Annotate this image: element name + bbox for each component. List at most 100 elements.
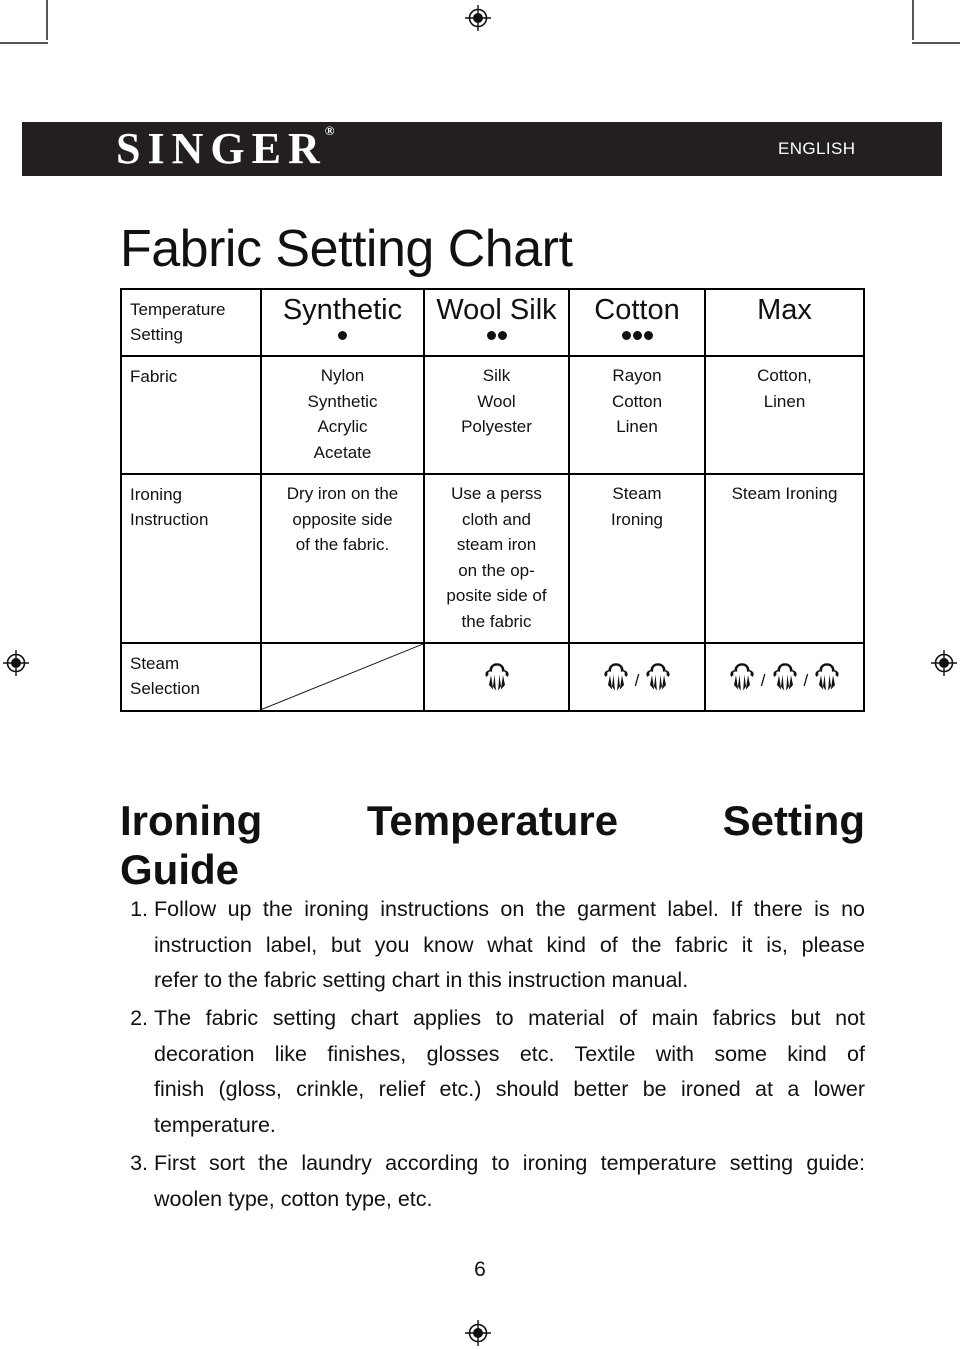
column-header-synthetic: Synthetic xyxy=(260,287,425,358)
column-header-cotton: Cotton xyxy=(568,287,706,358)
column-header-wool-silk-label: Wool Silk xyxy=(436,294,557,326)
steam-icon-group-max: / / xyxy=(708,661,861,693)
steam-icon-separator: / xyxy=(760,670,766,690)
guide-list-item: 3. First sort the laundry according to ir… xyxy=(120,1146,865,1217)
crop-mark-top-left-vertical xyxy=(46,0,48,40)
steam-icon xyxy=(770,661,800,693)
registration-mark-left-middle xyxy=(3,650,29,676)
row-header-steam-selection: Steam Selection xyxy=(120,642,262,712)
guide-list-item-text: First sort the laundry according to iron… xyxy=(154,1146,865,1217)
row-header-fabric: Fabric xyxy=(120,355,262,476)
table-row-fabric: Fabric Nylon Synthetic Acrylic Acetate Silk… xyxy=(120,355,865,476)
instruction-cell-synthetic: Dry iron on the opposite side of the fabri… xyxy=(260,473,425,645)
column-header-wool-silk: Wool Silk xyxy=(423,287,570,358)
cell-line: Acrylic xyxy=(317,417,368,437)
temperature-label-line2: Setting xyxy=(130,324,183,344)
column-header-max: Max xyxy=(704,287,865,358)
ironing-label-line1: Ironing xyxy=(130,485,182,505)
guide-list-item-number: 2. xyxy=(130,1006,148,1031)
cell-line: Ironing xyxy=(611,509,663,529)
table-row-temperature-setting: Temperature Setting Synthetic Wool Silk … xyxy=(120,287,865,358)
cell-line: steam iron xyxy=(456,535,537,555)
cell-line: Rayon xyxy=(612,366,662,386)
temperature-dots-max xyxy=(710,327,859,343)
cell-line: Dry iron on the xyxy=(286,484,399,504)
temperature-dot-icon xyxy=(497,330,507,340)
steam-icon-group-cotton: / xyxy=(572,661,702,693)
column-header-synthetic-label: Synthetic xyxy=(282,294,403,326)
instruction-cell-max: Steam Ironing xyxy=(704,473,865,645)
temperature-dot-icon xyxy=(338,330,347,340)
page-number: 6 xyxy=(474,1258,486,1281)
cell-line: Use a perss xyxy=(451,484,542,504)
guide-text-line: decoration like finishes, glosses etc. T… xyxy=(154,1041,865,1066)
registration-mark-bottom-center xyxy=(465,1320,491,1346)
ironing-label-line2: Instruction xyxy=(130,509,209,529)
guide-text-line: The fabric setting chart applies to mate… xyxy=(154,1006,865,1031)
temperature-dots-synthetic xyxy=(266,327,419,343)
steam-icon xyxy=(727,661,757,693)
instruction-cell-cotton: Steam Ironing xyxy=(568,473,706,645)
column-header-max-label: Max xyxy=(757,294,812,326)
brand-header-bar: SINGER® ENGLISH xyxy=(22,122,942,176)
fabric-cell-wool-silk: Silk Wool Polyester xyxy=(423,355,570,476)
steam-icon-separator: / xyxy=(803,670,809,690)
cell-line: Silk xyxy=(482,366,511,386)
steam-icon-separator: / xyxy=(634,670,640,690)
cell-line: posite side of xyxy=(446,586,547,606)
brand-name: SINGER xyxy=(116,124,327,173)
guide-list-item: 2. The fabric setting chart applies to ma… xyxy=(120,1001,865,1144)
row-header-temperature-setting: Temperature Setting xyxy=(120,287,262,358)
cell-line: cloth and xyxy=(462,509,531,529)
steam-icon-group-wool-silk xyxy=(427,661,566,693)
cell-line: Steam Ironing xyxy=(731,484,838,504)
crop-mark-top-right-horizontal xyxy=(912,42,960,44)
page-title: Fabric Setting Chart xyxy=(120,219,573,278)
steam-cell-synthetic-not-applicable xyxy=(260,642,425,712)
cell-line: Steam xyxy=(612,484,662,504)
temperature-dot-icon xyxy=(621,330,631,340)
fabric-cell-max: Cotton, Linen xyxy=(704,355,865,476)
guide-heading-line2: Guide xyxy=(120,845,240,893)
fabric-cell-synthetic: Nylon Synthetic Acrylic Acetate xyxy=(260,355,425,476)
guide-list-item-number: 3. xyxy=(130,1150,148,1175)
cell-line: of the fabric. xyxy=(295,535,390,555)
temperature-dot-icon xyxy=(632,330,642,340)
temperature-label-line1: Temperature xyxy=(130,300,226,319)
guide-text-line: temperature. xyxy=(154,1113,276,1138)
steam-cell-max: / / xyxy=(704,642,865,712)
steam-icon xyxy=(601,661,631,693)
guide-text-line: finish (gloss, crinkle, relief etc.) sho… xyxy=(154,1077,865,1102)
singer-logo: SINGER® xyxy=(116,124,336,173)
steam-cell-cotton: / xyxy=(568,642,706,712)
cell-line: opposite side xyxy=(292,509,393,529)
guide-text-line: refer to the fabric setting chart in thi… xyxy=(154,968,689,993)
cell-line: Nylon xyxy=(320,366,365,386)
guide-text-line: First sort the laundry according to iron… xyxy=(154,1150,865,1175)
steam-cell-wool-silk xyxy=(423,642,570,712)
steam-icon xyxy=(812,661,842,693)
cell-line: Linen xyxy=(616,417,658,437)
steam-label-line1: Steam xyxy=(130,654,180,674)
guide-heading-line1: Ironing Temperature Setting xyxy=(120,796,865,844)
guide-text-line: instruction label, but you know what kin… xyxy=(154,932,865,957)
guide-text-line: Follow up the ironing instructions on th… xyxy=(154,897,865,921)
guide-list-item-text: Follow up the ironing instructions on th… xyxy=(154,892,865,999)
language-label: ENGLISH xyxy=(778,139,856,158)
crop-mark-top-right-vertical xyxy=(912,0,914,40)
guide-list-item: 1. Follow up the ironing instructions on … xyxy=(120,892,865,999)
temperature-dots-cotton xyxy=(574,327,700,343)
temperature-dot-icon xyxy=(486,330,496,340)
cell-line: on the op- xyxy=(458,560,535,580)
trademark-icon: ® xyxy=(324,123,335,139)
crop-mark-top-left-horizontal xyxy=(0,42,48,44)
cell-line: Acetate xyxy=(313,442,372,462)
cell-line: Cotton xyxy=(611,391,663,411)
guide-list-item-text: The fabric setting chart applies to mate… xyxy=(154,1001,865,1144)
steam-icon xyxy=(482,661,512,693)
steam-label-line2: Selection xyxy=(130,678,200,698)
row-header-ironing-instruction: Ironing Instruction xyxy=(120,473,262,645)
registration-mark-right-middle xyxy=(931,650,957,676)
guide-instruction-list: 1. Follow up the ironing instructions on … xyxy=(120,892,865,1219)
cell-line: Wool xyxy=(477,391,516,411)
